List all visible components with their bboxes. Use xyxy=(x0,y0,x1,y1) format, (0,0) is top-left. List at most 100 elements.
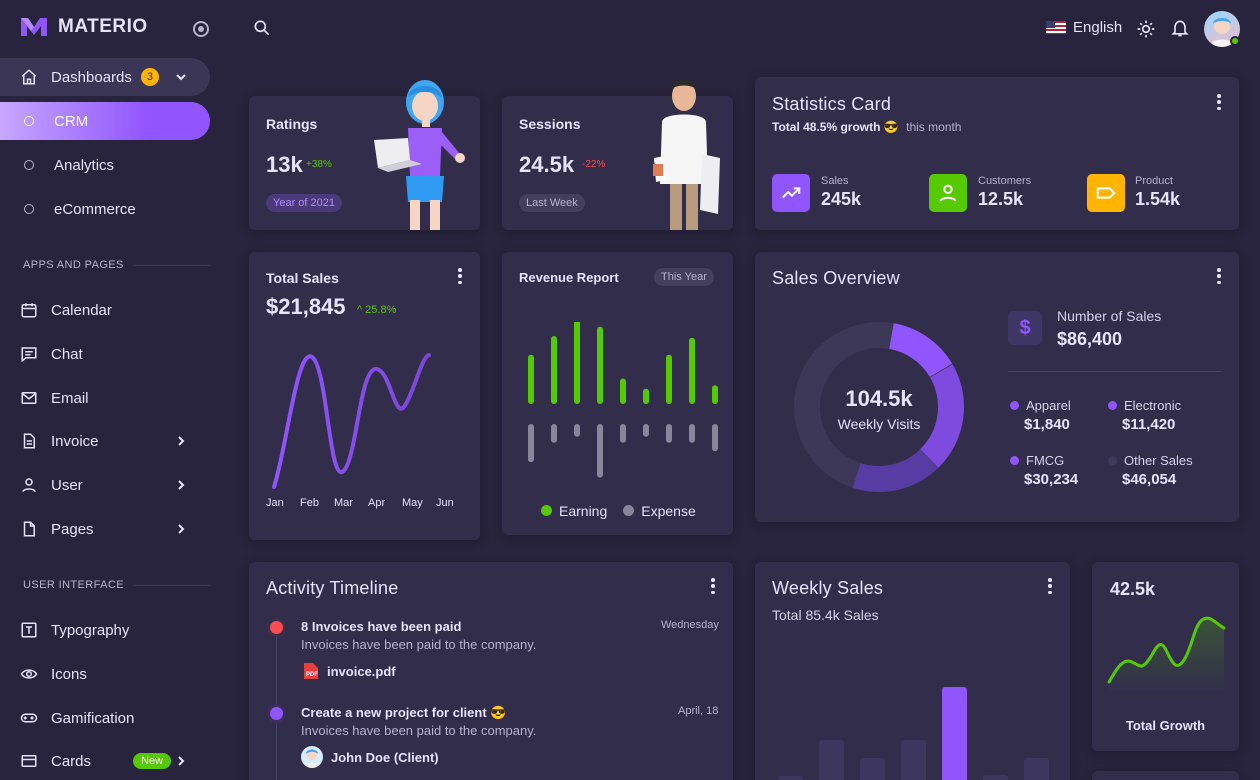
sessions-title: Sessions xyxy=(519,116,581,132)
sidebar-item-label: Icons xyxy=(51,665,87,683)
bell-icon[interactable] xyxy=(1170,18,1190,38)
statistics-card: Statistics Card Total 48.5% growth 😎 thi… xyxy=(755,77,1239,230)
weekly-sales-subtitle: Total 85.4k Sales xyxy=(772,607,879,623)
total-sales-change: ^ 25.8% xyxy=(357,304,397,316)
weekly-sales-title: Weekly Sales xyxy=(772,578,884,598)
sidebar-item-label: eCommerce xyxy=(54,200,136,218)
sales-overview-title: Sales Overview xyxy=(772,268,900,288)
client-person[interactable]: John Doe (Client) xyxy=(301,746,439,768)
expense-bar xyxy=(689,424,695,443)
sidebar-item-ecommerce[interactable]: eCommerce xyxy=(0,190,210,228)
total-sales-card: Total Sales $21,845 ^ 25.8% Jan Feb Mar Apr M… xyxy=(249,252,480,540)
more-menu-icon[interactable] xyxy=(1048,578,1052,594)
sidebar-item-label: Analytics xyxy=(54,156,115,174)
timeline-dot xyxy=(270,621,283,634)
email-icon xyxy=(20,389,38,407)
client-avatar xyxy=(301,746,323,768)
sessions-chip: Last Week xyxy=(519,194,585,212)
weekly-sales-card: Weekly Sales Total 85.4k Sales xyxy=(755,562,1070,780)
timeline-entry-title: 8 Invoices have been paid xyxy=(301,619,462,634)
sidebar-item-calendar[interactable]: Calendar xyxy=(0,291,210,329)
chevron-right-icon xyxy=(178,524,185,534)
statistics-subtitle: Total 48.5% growth 😎 this month xyxy=(772,120,962,134)
materio-logo-icon xyxy=(21,18,47,36)
month-tick-label: Apr xyxy=(368,497,386,509)
donut-center-label: Weekly Visits xyxy=(837,416,921,432)
ratings-chip: Year of 2021 xyxy=(266,194,342,212)
language-selector[interactable]: English xyxy=(1046,19,1122,36)
expense-bar xyxy=(712,424,718,452)
revenue-chip: This Year xyxy=(654,268,714,286)
sun-icon[interactable] xyxy=(1136,19,1156,39)
month-tick-label: Mar xyxy=(334,497,353,509)
expense-bar xyxy=(574,424,580,437)
expense-bar xyxy=(551,424,557,443)
us-flag-icon xyxy=(1046,21,1066,34)
sidebar-item-icons[interactable]: Icons xyxy=(0,655,210,693)
month-tick-label: Jun xyxy=(436,497,454,509)
weekly-sales-bar xyxy=(901,740,926,780)
expense-bar xyxy=(666,424,672,443)
activity-title: Activity Timeline xyxy=(266,578,399,598)
stat-label-customers: Customers xyxy=(978,175,1032,187)
weekly-sales-bar xyxy=(942,687,967,780)
sidebar-item-gamification[interactable]: Gamification xyxy=(0,699,210,737)
total-sales-value: $21,845 xyxy=(266,294,346,319)
sidebar-item-label: Cards xyxy=(51,752,92,770)
timeline-entry-time: April, 18 xyxy=(678,705,719,717)
online-status-dot xyxy=(1230,36,1240,46)
ratings-change: +38% xyxy=(306,159,332,170)
stat-value-sales: 245k xyxy=(821,189,862,209)
sidebar-item-email[interactable]: Email xyxy=(0,379,210,417)
number-of-sales-label: Number of Sales xyxy=(1057,308,1162,324)
weekly-sales-bars xyxy=(778,687,1049,780)
earning-bar xyxy=(597,326,603,404)
sidebar-pin-toggle[interactable] xyxy=(193,21,209,37)
sidebar-item-dashboards[interactable]: Dashboards 3 xyxy=(0,58,210,96)
earning-bar xyxy=(689,337,695,404)
sidebar-item-label: User xyxy=(51,476,83,494)
sidebar-item-chat[interactable]: Chat xyxy=(0,335,210,373)
divider xyxy=(1008,371,1222,372)
more-menu-icon[interactable] xyxy=(1217,268,1221,284)
revenue-title: Revenue Report xyxy=(519,270,619,285)
sidebar-item-pages[interactable]: Pages xyxy=(0,510,210,548)
brand-logo[interactable]: MATERIO xyxy=(20,16,148,38)
total-growth-card: 42.5k Total Growth xyxy=(1092,562,1239,751)
invoice-attachment[interactable]: PDF invoice.pdf xyxy=(303,662,396,680)
cool-emoji: 😎 xyxy=(883,120,899,134)
user-icon xyxy=(20,476,38,494)
overview-item-value: $11,420 xyxy=(1122,416,1176,433)
weekly-sales-bar xyxy=(1024,758,1049,780)
stat-label-product: Product xyxy=(1135,175,1173,187)
more-menu-icon[interactable] xyxy=(711,578,715,594)
timeline-entry-desc: Invoices have been paid to the company. xyxy=(301,637,537,652)
more-menu-icon[interactable] xyxy=(1217,94,1221,110)
typography-icon xyxy=(20,621,38,639)
sidebar: MATERIO Dashboards 3 CRM Analytics eComm… xyxy=(0,0,222,780)
sidebar-item-user[interactable]: User xyxy=(0,466,210,504)
sidebar-item-analytics[interactable]: Analytics xyxy=(0,146,210,184)
card-icon xyxy=(20,752,38,770)
sidebar-item-crm[interactable]: CRM xyxy=(0,102,210,140)
month-tick-label: Jan xyxy=(266,497,284,509)
number-of-sales-value: $86,400 xyxy=(1057,329,1123,349)
stat-label-sales: Sales xyxy=(821,175,849,187)
activity-timeline-card: Activity Timeline 8 Invoices have been p… xyxy=(249,562,733,780)
timeline-entry-time: Wednesday xyxy=(661,619,719,631)
dollar-icon: $ xyxy=(1008,311,1042,345)
statistics-title: Statistics Card xyxy=(772,94,892,114)
earning-bar xyxy=(712,385,718,404)
sidebar-item-typography[interactable]: Typography xyxy=(0,611,210,649)
dashboards-count-badge: 3 xyxy=(140,68,159,86)
sidebar-item-invoice[interactable]: Invoice xyxy=(0,422,210,460)
search-icon[interactable] xyxy=(252,18,272,38)
more-menu-icon[interactable] xyxy=(458,268,462,284)
ratings-value: 13k xyxy=(266,152,303,177)
overview-item-label: Apparel xyxy=(1010,398,1071,413)
chevron-up-icon: ^ xyxy=(357,304,363,316)
new-badge: New xyxy=(133,753,172,769)
expense-bar xyxy=(620,424,626,443)
section-title-apps: APPS AND PAGES xyxy=(23,259,210,271)
sidebar-item-cards[interactable]: Cards New xyxy=(0,742,210,780)
